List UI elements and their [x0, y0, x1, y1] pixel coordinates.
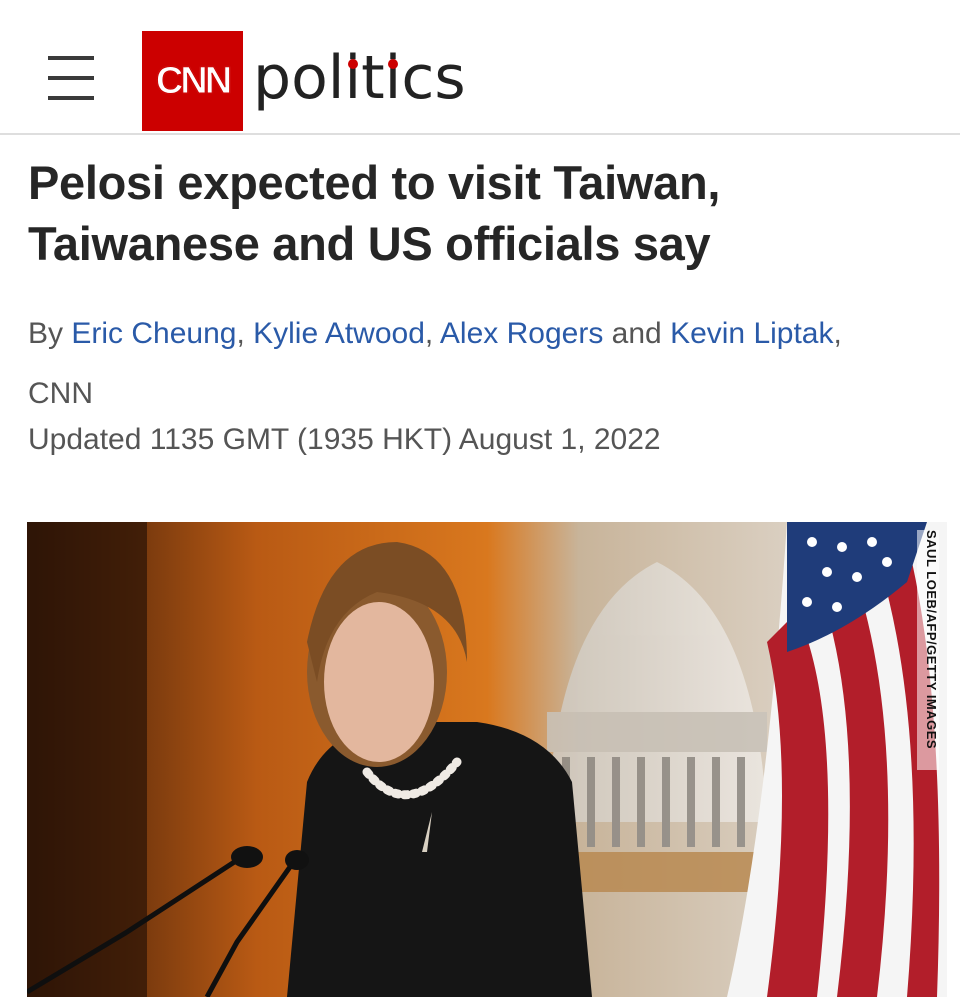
article-hero-image[interactable]: SAUL LOEB/AFP/GETTY IMAGES — [27, 522, 947, 997]
author-link[interactable]: Eric Cheung — [71, 317, 236, 350]
hamburger-menu-icon[interactable] — [48, 56, 94, 100]
brand-dot-accent — [388, 59, 398, 69]
site-header: CNN poli ti cs — [0, 0, 960, 135]
cnn-logo-text: CNN — [155, 59, 232, 102]
cnn-logo[interactable]: CNN — [142, 31, 243, 131]
brand-dot-accent — [347, 59, 358, 69]
author-link[interactable]: Kylie Atwood — [253, 317, 425, 350]
hero-photo-illustration — [27, 522, 947, 997]
article-timestamp: Updated 1135 GMT (1935 HKT) August 1, 20… — [28, 423, 661, 456]
byline-outlet: CNN — [28, 377, 93, 410]
author-link[interactable]: Kevin Liptak — [670, 317, 833, 350]
photo-credit: SAUL LOEB/AFP/GETTY IMAGES — [917, 530, 939, 770]
section-title[interactable]: poli ti cs — [253, 38, 466, 118]
article-headline: Pelosi expected to visit Taiwan, Taiwane… — [28, 156, 721, 270]
article-byline: By Eric Cheung, Kylie Atwood, Alex Roger… — [28, 317, 842, 410]
author-link[interactable]: Alex Rogers — [440, 317, 603, 350]
